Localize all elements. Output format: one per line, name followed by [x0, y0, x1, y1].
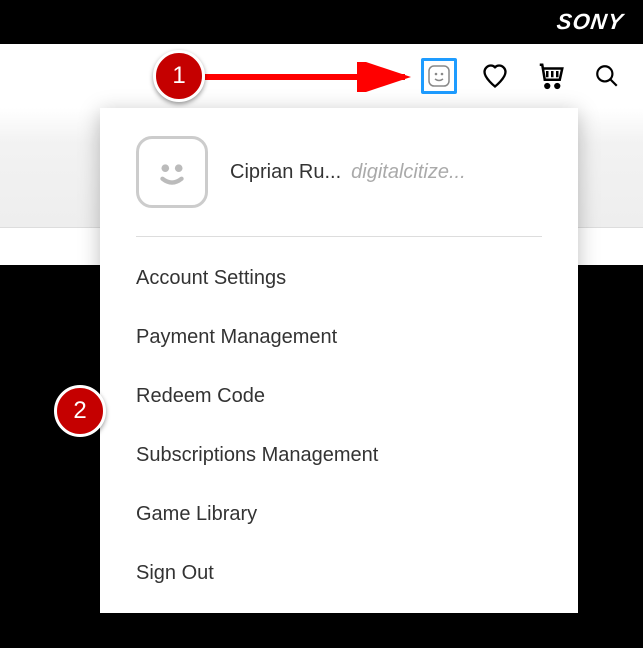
sony-top-bar: SONY	[0, 0, 643, 44]
dropdown-header: Ciprian Ru... digitalcitize...	[136, 136, 542, 236]
menu-payment-management[interactable]: Payment Management	[136, 308, 542, 367]
cart-icon[interactable]	[533, 58, 569, 94]
dropdown-divider	[136, 236, 542, 237]
menu-sign-out[interactable]: Sign Out	[136, 544, 542, 603]
avatar-icon	[136, 136, 208, 208]
annotation-badge-2: 2	[54, 385, 106, 437]
display-name: Ciprian Ru...	[230, 161, 341, 184]
heart-icon[interactable]	[477, 58, 513, 94]
menu-account-settings[interactable]: Account Settings	[136, 249, 542, 308]
sony-logo: SONY	[555, 9, 625, 35]
menu-redeem-code[interactable]: Redeem Code	[136, 367, 542, 426]
menu-subscriptions-management[interactable]: Subscriptions Management	[136, 426, 542, 485]
user-handle: digitalcitize...	[351, 161, 466, 184]
annotation-arrow	[205, 62, 425, 92]
profile-icon[interactable]	[421, 58, 457, 94]
profile-dropdown: Ciprian Ru... digitalcitize... Account S…	[100, 108, 578, 613]
annotation-badge-1: 1	[153, 50, 205, 102]
menu-game-library[interactable]: Game Library	[136, 485, 542, 544]
search-icon[interactable]	[589, 58, 625, 94]
